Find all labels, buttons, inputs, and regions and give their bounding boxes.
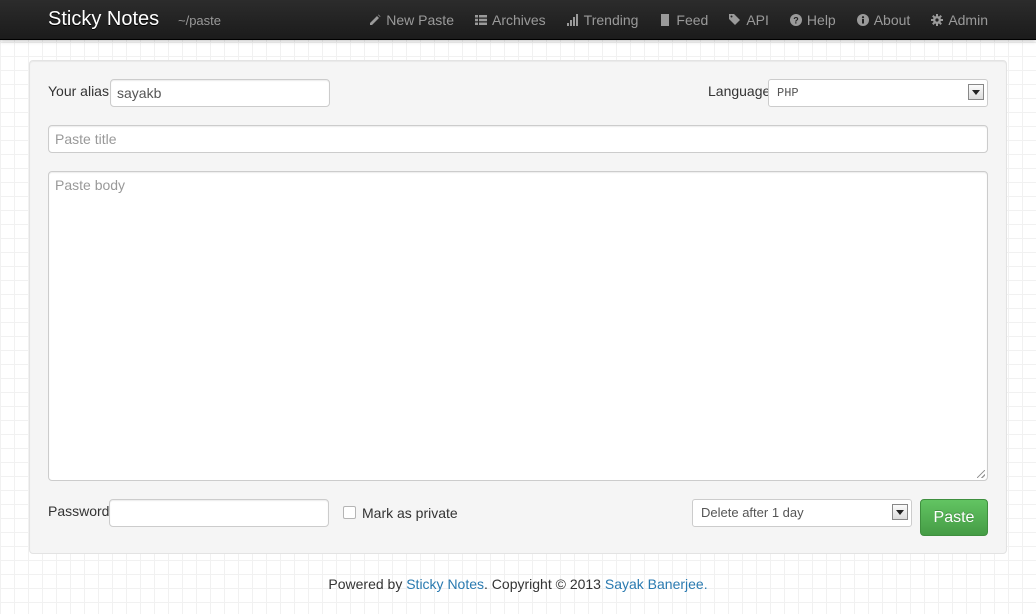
nav-api[interactable]: API [729,12,769,28]
nav-help[interactable]: ? Help [789,12,836,28]
paste-title-input[interactable]: Paste title [48,125,988,153]
alias-input[interactable]: sayakb [110,79,330,107]
question-circle-icon: ? [789,14,802,26]
gear-icon [931,14,944,26]
footer-prefix: Powered by [328,576,403,592]
nav-trending-label: Trending [583,12,639,28]
language-value: PHP [777,86,799,100]
alias-value: sayakb [117,85,162,101]
expire-select[interactable]: Delete after 1 day [692,499,912,527]
nav-new-paste-label: New Paste [386,12,454,28]
nav-archives[interactable]: Archives [474,12,546,28]
paste-submit-button[interactable]: Paste [920,499,988,536]
nav-about-label: About [873,12,911,28]
password-input[interactable] [109,499,329,527]
nav-new-paste[interactable]: New Paste [369,12,454,28]
nav-about[interactable]: About [856,12,911,28]
paste-title-placeholder: Paste title [55,131,117,147]
nav-admin-label: Admin [948,12,988,28]
paste-body-textarea[interactable]: Paste body [48,171,988,481]
alias-label: Your alias [48,83,109,99]
brand-logo[interactable]: Sticky Notes [48,8,159,30]
book-icon [661,14,670,26]
info-circle-icon [856,14,869,26]
nav-menu: New Paste Archives Trending Feed API ? H… [369,0,988,40]
list-icon [474,15,487,25]
svg-text:?: ? [793,16,799,26]
private-checkbox[interactable] [343,506,356,519]
tags-icon [729,14,741,25]
pencil-icon [370,14,381,25]
nav-trending[interactable]: Trending [566,12,639,28]
language-select[interactable]: PHP [768,79,988,107]
footer-copyright: . Copyright © 2013 [484,576,601,592]
page-footer: Powered by Sticky Notes. Copyright © 201… [0,576,1036,592]
nav-api-label: API [746,12,769,28]
footer-author-link[interactable]: Sayak Banerjee. [605,576,708,592]
expire-value: Delete after 1 day [701,505,804,520]
chevron-down-icon[interactable] [968,84,984,100]
nav-help-label: Help [806,12,836,28]
resize-handle-icon[interactable] [977,470,985,478]
nav-feed[interactable]: Feed [659,12,708,28]
nav-archives-label: Archives [491,12,546,28]
language-label: Language [708,83,771,99]
bar-chart-icon [566,14,578,26]
paste-body-placeholder: Paste body [55,177,126,193]
chevron-down-icon[interactable] [892,504,908,520]
password-label: Password [48,503,110,519]
brand-subtitle: ~/paste [178,13,222,28]
top-navbar: Sticky Notes ~/paste New Paste Archives … [0,0,1036,40]
nav-admin[interactable]: Admin [931,12,988,28]
footer-app-link[interactable]: Sticky Notes [406,576,484,592]
nav-feed-label: Feed [676,12,709,28]
private-label[interactable]: Mark as private [362,503,458,523]
